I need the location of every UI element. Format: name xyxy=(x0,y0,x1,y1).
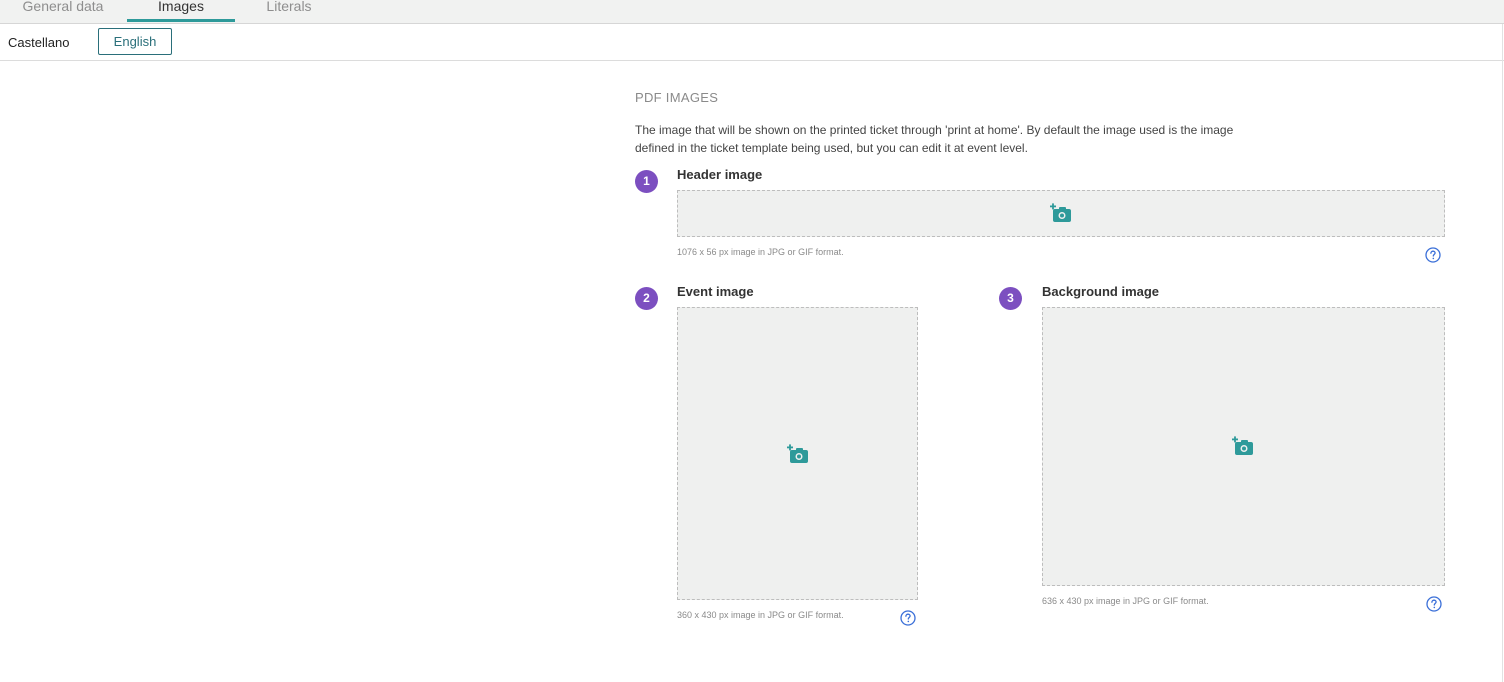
header-help-icon[interactable] xyxy=(1425,247,1441,263)
section-description: The image that will be shown on the prin… xyxy=(635,121,1295,157)
event-help-icon[interactable] xyxy=(900,610,916,626)
step-badge-2: 2 xyxy=(635,287,658,310)
tab-bar: General data Images Literals xyxy=(0,0,1504,24)
language-castellano[interactable]: Castellano xyxy=(8,35,69,50)
add-photo-icon xyxy=(787,444,808,463)
event-image-dropzone[interactable] xyxy=(677,307,918,600)
background-image-label: Background image xyxy=(1042,284,1160,299)
description-line-1: The image that will be shown on the prin… xyxy=(635,123,1234,137)
scroll-divider xyxy=(1502,24,1503,682)
add-photo-icon xyxy=(1232,436,1253,455)
tab-images[interactable]: Images xyxy=(127,0,235,23)
background-image-dropzone[interactable] xyxy=(1042,307,1445,586)
background-image-hint: 636 x 430 px image in JPG or GIF format. xyxy=(1042,596,1209,606)
language-bar: Castellano English xyxy=(0,24,1504,61)
background-help-icon[interactable] xyxy=(1426,596,1442,612)
language-english[interactable]: English xyxy=(98,28,172,55)
tab-general-data[interactable]: General data xyxy=(10,0,116,23)
header-image-dropzone[interactable] xyxy=(677,190,1445,237)
header-image-label: Header image xyxy=(677,167,763,182)
step-badge-3: 3 xyxy=(999,287,1022,310)
event-image-hint: 360 x 430 px image in JPG or GIF format. xyxy=(677,610,844,620)
tab-literals[interactable]: Literals xyxy=(248,0,330,23)
section-title: PDF IMAGES xyxy=(635,90,719,105)
event-image-label: Event image xyxy=(677,284,754,299)
step-badge-1: 1 xyxy=(635,170,658,193)
description-line-2: defined in the ticket template being use… xyxy=(635,141,1028,155)
add-photo-icon xyxy=(1050,203,1071,222)
header-image-hint: 1076 x 56 px image in JPG or GIF format. xyxy=(677,247,844,257)
